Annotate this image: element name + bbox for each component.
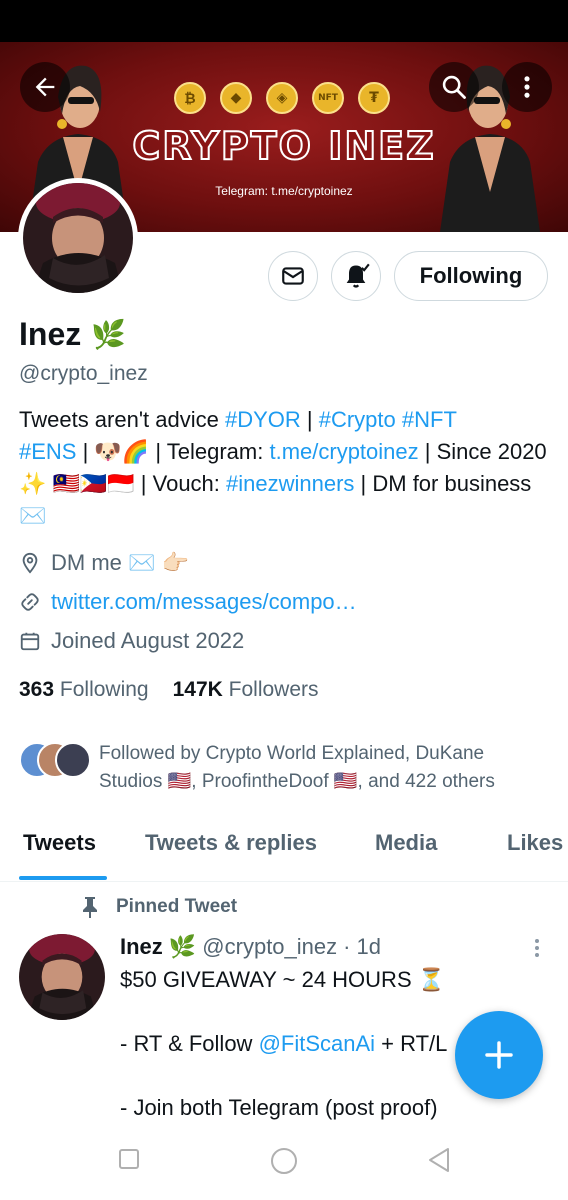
more-button[interactable] [502,62,552,112]
tweet-avatar[interactable] [19,934,105,1020]
tweet-text-line: - Join both Telegram (post proof) [120,1095,438,1120]
following-stat[interactable]: 363 Following [19,678,149,702]
tweet-text-line: - RT & Follow @FitScanAi + RT/L [120,1031,447,1057]
active-tab-indicator [19,876,107,880]
following-count: 363 [19,678,55,701]
home-circle-icon[interactable] [269,1146,299,1176]
notifications-button[interactable] [331,251,381,301]
tweet-author-handle[interactable]: @crypto_inez [202,934,337,960]
crypto-coins: ₿ ◆ ◈ NFT ₮ [174,82,390,114]
recents-square-icon[interactable] [118,1148,140,1170]
profile-bio: Tweets aren't advice #DYOR | #Crypto #NF… [19,404,549,532]
tweet-author-name[interactable]: Inez 🌿 [120,934,196,960]
tweet-text-line: $50 GIVEAWAY ~ 24 HOURS ⏳ [120,967,446,992]
website-link[interactable]: twitter.com/messages/compo… [51,589,357,615]
tweet-dot: · [343,934,351,959]
hashtag-inezwinners[interactable]: #inezwinners [226,471,354,496]
pinned-label: Pinned Tweet [116,896,238,917]
joined-text: Joined August 2022 [51,628,245,653]
mutual-avatar [55,742,91,778]
profile-name-row: Inez 🌿 [19,316,126,353]
tweet-text: + RT/L [375,1031,448,1056]
tab-tweets-replies[interactable]: Tweets & replies [145,830,317,856]
following-button[interactable]: Following [394,251,548,301]
mention-fitscanai[interactable]: @FitScanAi [259,1031,375,1056]
bio-text: Tweets aren't advice [19,407,225,432]
nft-coin-icon: NFT [312,82,344,114]
follow-stats: 363 Following 147K Followers [19,678,319,702]
followers-label: Followers [228,678,319,701]
banner-title: CRYPTO INEZ [131,123,436,169]
profile-avatar[interactable] [18,178,138,298]
back-triangle-icon[interactable] [426,1146,452,1174]
tab-likes[interactable]: Likes [507,830,563,856]
profile-handle: @crypto_inez [19,362,148,385]
tab-media[interactable]: Media [375,830,437,856]
bell-check-icon [346,263,370,288]
location-pin-icon [22,552,38,574]
following-label: Following [59,678,149,701]
plus-icon [485,1041,513,1069]
status-bar [0,0,568,42]
avatar-image [23,183,133,293]
avatar-image [19,934,105,1020]
profile-joined: Joined August 2022 [19,628,244,654]
followers-count: 147K [172,678,223,701]
profile-website[interactable]: twitter.com/messages/compo… [19,589,357,615]
back-button[interactable] [20,62,70,112]
envelope-icon [282,267,304,285]
tether-coin-icon: ₮ [358,82,390,114]
more-vertical-icon [524,76,530,98]
bio-text: | 🐶🌈 | Telegram: [76,439,270,464]
link-icon [21,593,39,611]
pinned-label-row: Pinned Tweet [80,896,237,918]
calendar-icon [20,632,40,651]
tab-tweets[interactable]: Tweets [23,830,96,856]
arrow-left-icon [35,77,55,97]
binance-coin-icon: ◈ [266,82,298,114]
profile-location: DM me ✉️ 👉🏻 [19,550,189,576]
followers-stat[interactable]: 147K Followers [173,678,319,702]
pin-icon [83,897,97,918]
telegram-link[interactable]: t.me/cryptoinez [269,439,418,464]
herb-emoji: 🌿 [91,318,127,351]
android-nav-bar [0,1128,568,1200]
profile-tabs: Tweets Tweets & replies Media Likes [0,820,568,882]
followed-by-text: Followed by Crypto World Explained, DuKa… [99,743,495,792]
hashtag-crypto[interactable]: #Crypto [319,407,396,432]
tweet-more-icon[interactable] [528,938,546,958]
search-button[interactable] [429,62,479,112]
hashtag-ens[interactable]: #ENS [19,439,76,464]
search-icon [442,75,466,99]
tweet-text: - RT & Follow [120,1031,259,1056]
tweet-header: Inez 🌿 @crypto_inez · 1d [120,934,381,960]
bio-text: | [300,407,319,432]
location-text: DM me ✉️ 👉🏻 [51,550,189,575]
hashtag-dyor[interactable]: #DYOR [225,407,301,432]
ethereum-coin-icon: ◆ [220,82,252,114]
mutual-avatars [19,742,91,782]
bitcoin-coin-icon: ₿ [174,82,206,114]
tweet-time[interactable]: 1d [356,934,380,960]
hashtag-nft[interactable]: #NFT [402,407,457,432]
compose-tweet-button[interactable] [455,1011,543,1099]
followed-by[interactable]: Followed by Crypto World Explained, DuKa… [19,740,549,796]
display-name: Inez [19,316,82,352]
message-button[interactable] [268,251,318,301]
